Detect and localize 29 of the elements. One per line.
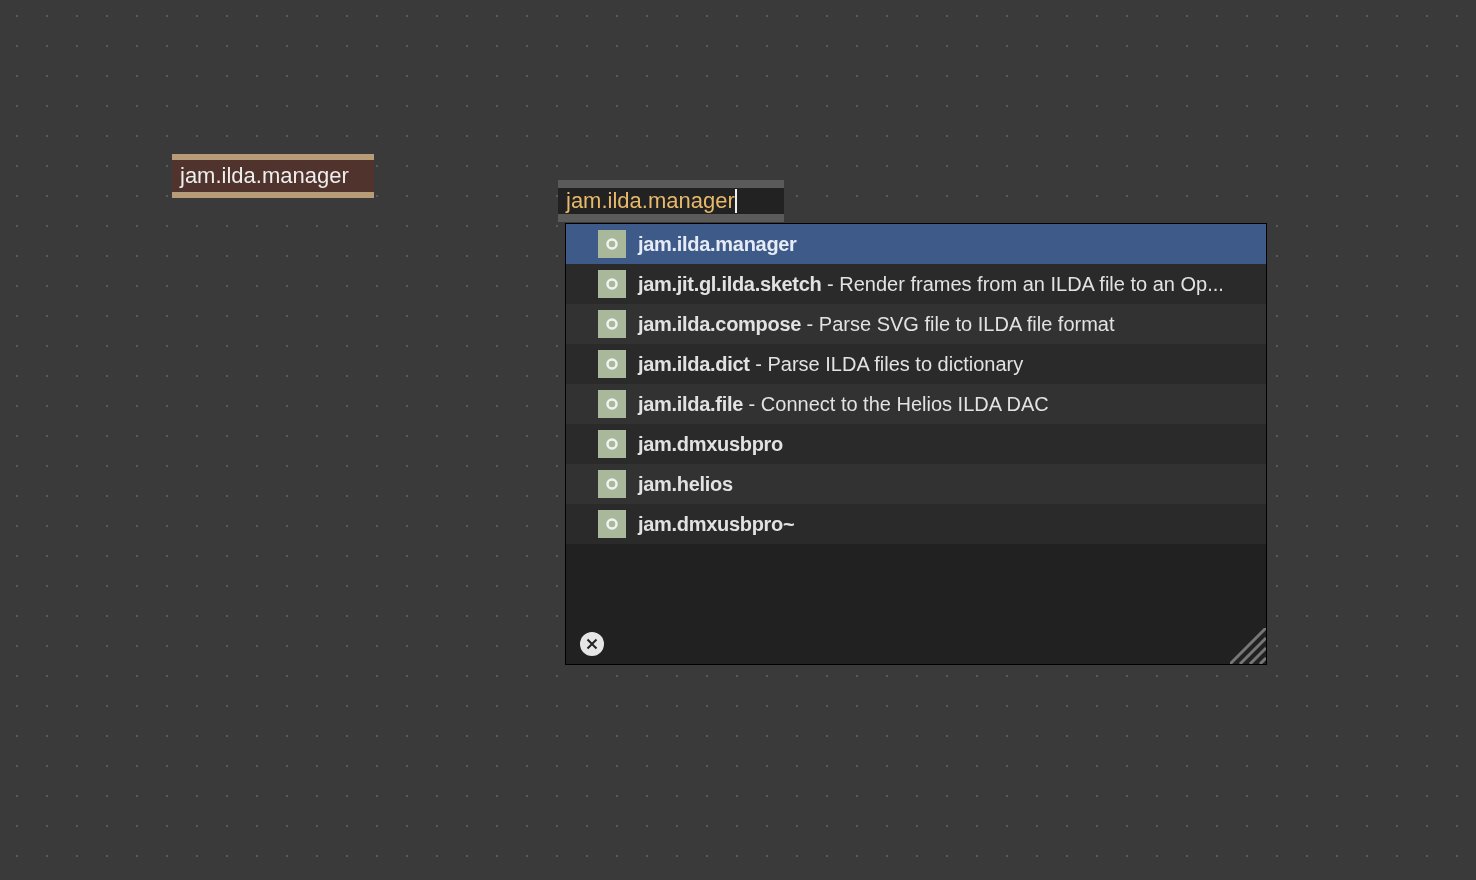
item-text: jam.dmxusbpro~ (638, 512, 795, 537)
object-icon (598, 430, 626, 458)
autocomplete-item[interactable]: jam.ilda.manager (566, 224, 1266, 264)
object-entry-field[interactable]: jam.ilda.manager (558, 180, 784, 222)
autocomplete-item[interactable]: jam.jit.gl.ilda.sketch - Render frames from an ILDA file to an Op... (566, 264, 1266, 304)
autocomplete-item[interactable]: jam.dmxusbpro (566, 424, 1266, 464)
object-box[interactable]: jam.ilda.manager (172, 154, 374, 198)
autocomplete-item[interactable]: jam.helios (566, 464, 1266, 504)
item-text: jam.ilda.file - Connect to the Helios ILDA DAC (638, 392, 1049, 417)
object-icon (598, 510, 626, 538)
text-cursor (734, 189, 737, 213)
resize-grip-icon[interactable] (1230, 628, 1266, 664)
autocomplete-item[interactable]: jam.ilda.dict - Parse ILDA files to dictionary (566, 344, 1266, 384)
object-icon (598, 470, 626, 498)
object-icon (598, 270, 626, 298)
item-text: jam.helios (638, 472, 733, 497)
item-text: jam.ilda.manager (638, 232, 797, 257)
close-icon[interactable] (580, 632, 604, 656)
object-icon (598, 230, 626, 258)
item-text: jam.ilda.dict - Parse ILDA files to dictionary (638, 352, 1024, 377)
object-icon (598, 310, 626, 338)
autocomplete-item[interactable]: jam.ilda.compose - Parse SVG file to ILDA file format (566, 304, 1266, 344)
object-icon (598, 350, 626, 378)
item-text: jam.dmxusbpro (638, 432, 784, 457)
item-text: jam.ilda.compose - Parse SVG file to ILDA file format (638, 312, 1115, 337)
item-text: jam.jit.gl.ilda.sketch - Render frames from an ILDA file to an Op... (638, 272, 1224, 297)
autocomplete-item[interactable]: jam.dmxusbpro~ (566, 504, 1266, 544)
object-icon (598, 390, 626, 418)
autocomplete-item[interactable]: jam.ilda.file - Connect to the Helios ILDA DAC (566, 384, 1266, 424)
